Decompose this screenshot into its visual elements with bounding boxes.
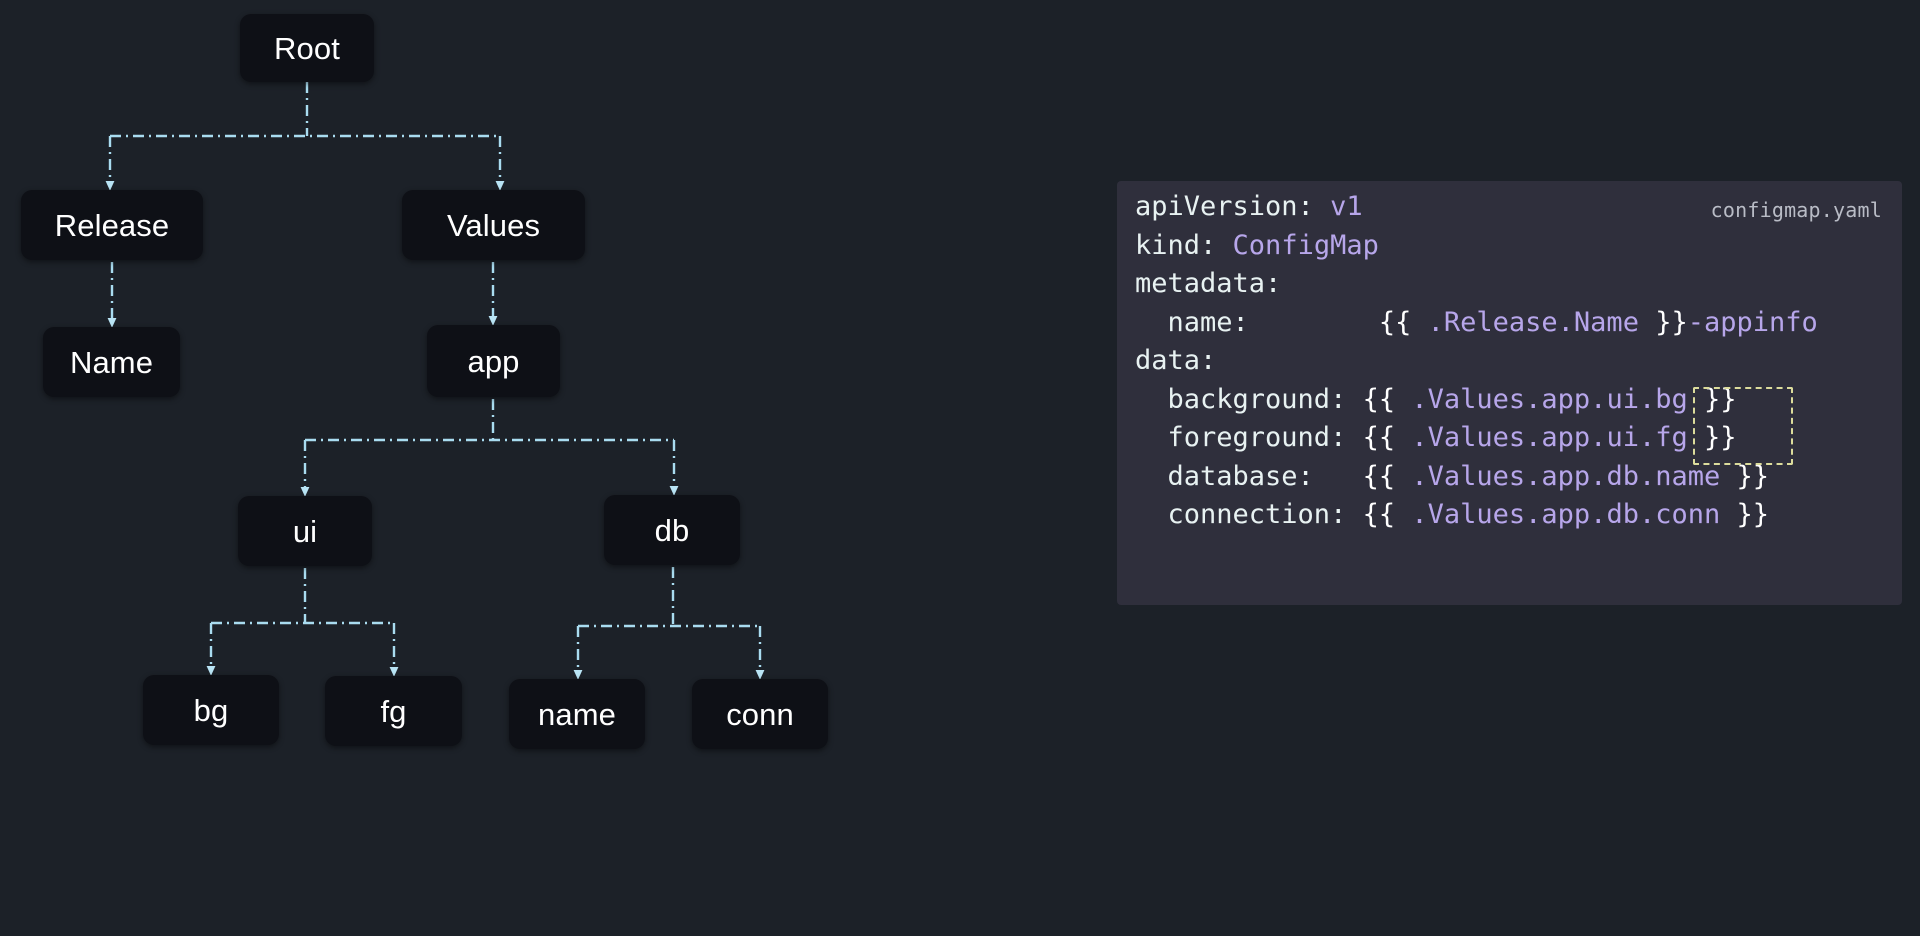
yaml-key: background: <box>1135 383 1347 415</box>
template-close: }} <box>1687 422 1737 453</box>
tree-node-name-release[interactable]: Name <box>43 327 180 397</box>
template-open: {{ <box>1362 422 1412 453</box>
yaml-key: database: <box>1135 460 1314 492</box>
tree-node-label: name <box>538 696 616 732</box>
template-open: {{ <box>1362 383 1412 415</box>
template-leaf-key: name <box>1655 460 1721 492</box>
code-line: database: {{ .Values.app.db.name }} <box>1135 458 1818 497</box>
code-line: apiVersion: v1 <box>1135 188 1818 227</box>
code-line: metadata: <box>1135 265 1818 304</box>
pad <box>1314 461 1363 492</box>
template-leaf-key: fg <box>1655 422 1688 453</box>
yaml-key: name: <box>1135 306 1249 338</box>
yaml-key: kind: <box>1135 229 1217 261</box>
yaml-value: ConfigMap <box>1232 229 1379 261</box>
tree-node-label: db <box>654 512 690 548</box>
tree-node-label: bg <box>193 692 229 728</box>
template-leaf-key: conn <box>1655 499 1721 530</box>
tree-edges <box>105 82 765 680</box>
code-line: kind: ConfigMap <box>1135 227 1818 266</box>
template-path: .Values.app.db. <box>1411 499 1656 530</box>
template-open: {{ <box>1378 306 1428 338</box>
pad <box>1346 422 1362 453</box>
pad <box>1346 499 1362 530</box>
tree-node-label: conn <box>726 696 794 732</box>
tree-node-db[interactable]: db <box>604 495 740 565</box>
pad <box>1249 307 1379 338</box>
yaml-key: data: <box>1135 345 1217 376</box>
yaml-key: foreground: <box>1135 422 1347 453</box>
tree-node-bg[interactable]: bg <box>143 675 279 745</box>
tree-node-root[interactable]: Root <box>240 14 374 82</box>
tree-node-app[interactable]: app <box>427 325 560 397</box>
code-line: foreground: {{ .Values.app.ui.fg }} <box>1135 419 1818 458</box>
code-panel: configmap.yaml apiVersion: v1 kind: Confi… <box>1117 181 1902 605</box>
tree-node-label: Name <box>69 344 154 380</box>
tree-node-conn[interactable]: conn <box>692 679 828 749</box>
yaml-value: v1 <box>1330 191 1363 222</box>
template-close: }} <box>1687 383 1737 415</box>
yaml-key: metadata: <box>1135 268 1282 299</box>
tree-node-values[interactable]: Values <box>402 190 585 260</box>
code-content: apiVersion: v1 kind: ConfigMap metadata: n… <box>1135 188 1818 535</box>
template-open: {{ <box>1362 499 1412 530</box>
template-path: .Values.app.ui. <box>1411 383 1656 415</box>
name-suffix: -appinfo <box>1687 306 1818 338</box>
template-path: .Values.app.db. <box>1411 460 1656 492</box>
yaml-key: connection: <box>1135 499 1347 530</box>
template-close: }} <box>1720 460 1770 492</box>
tree-node-label: Values <box>446 207 541 243</box>
diagram-canvas: Root Release Values Name app ui db bg fg… <box>0 0 1920 936</box>
tree-node-label: ui <box>292 513 318 549</box>
code-line: name: {{ .Release.Name }}-appinfo <box>1135 304 1818 343</box>
yaml-key: apiVersion: <box>1135 191 1314 222</box>
template-close: }} <box>1638 306 1688 338</box>
tree-node-name-db[interactable]: name <box>509 679 645 749</box>
template-leaf-key: bg <box>1655 383 1688 415</box>
tree-node-label: Root <box>274 30 340 66</box>
pad <box>1346 384 1362 415</box>
tree-node-ui[interactable]: ui <box>238 496 372 566</box>
code-line: connection: {{ .Values.app.db.conn }} <box>1135 496 1818 535</box>
tree-node-label: fg <box>380 693 407 729</box>
code-line: background: {{ .Values.app.ui.bg }} <box>1135 381 1818 420</box>
template-path: .Release.Name <box>1427 306 1639 338</box>
tree-node-fg[interactable]: fg <box>325 676 462 746</box>
code-line: data: <box>1135 342 1818 381</box>
tree-node-label: Release <box>54 207 170 243</box>
tree-node-release[interactable]: Release <box>21 190 203 260</box>
tree-node-label: app <box>467 343 520 379</box>
template-path: .Values.app.ui. <box>1411 422 1656 453</box>
template-open: {{ <box>1362 460 1412 492</box>
values-tree: Root Release Values Name app ui db bg fg… <box>0 0 1000 936</box>
template-close: }} <box>1720 499 1770 530</box>
